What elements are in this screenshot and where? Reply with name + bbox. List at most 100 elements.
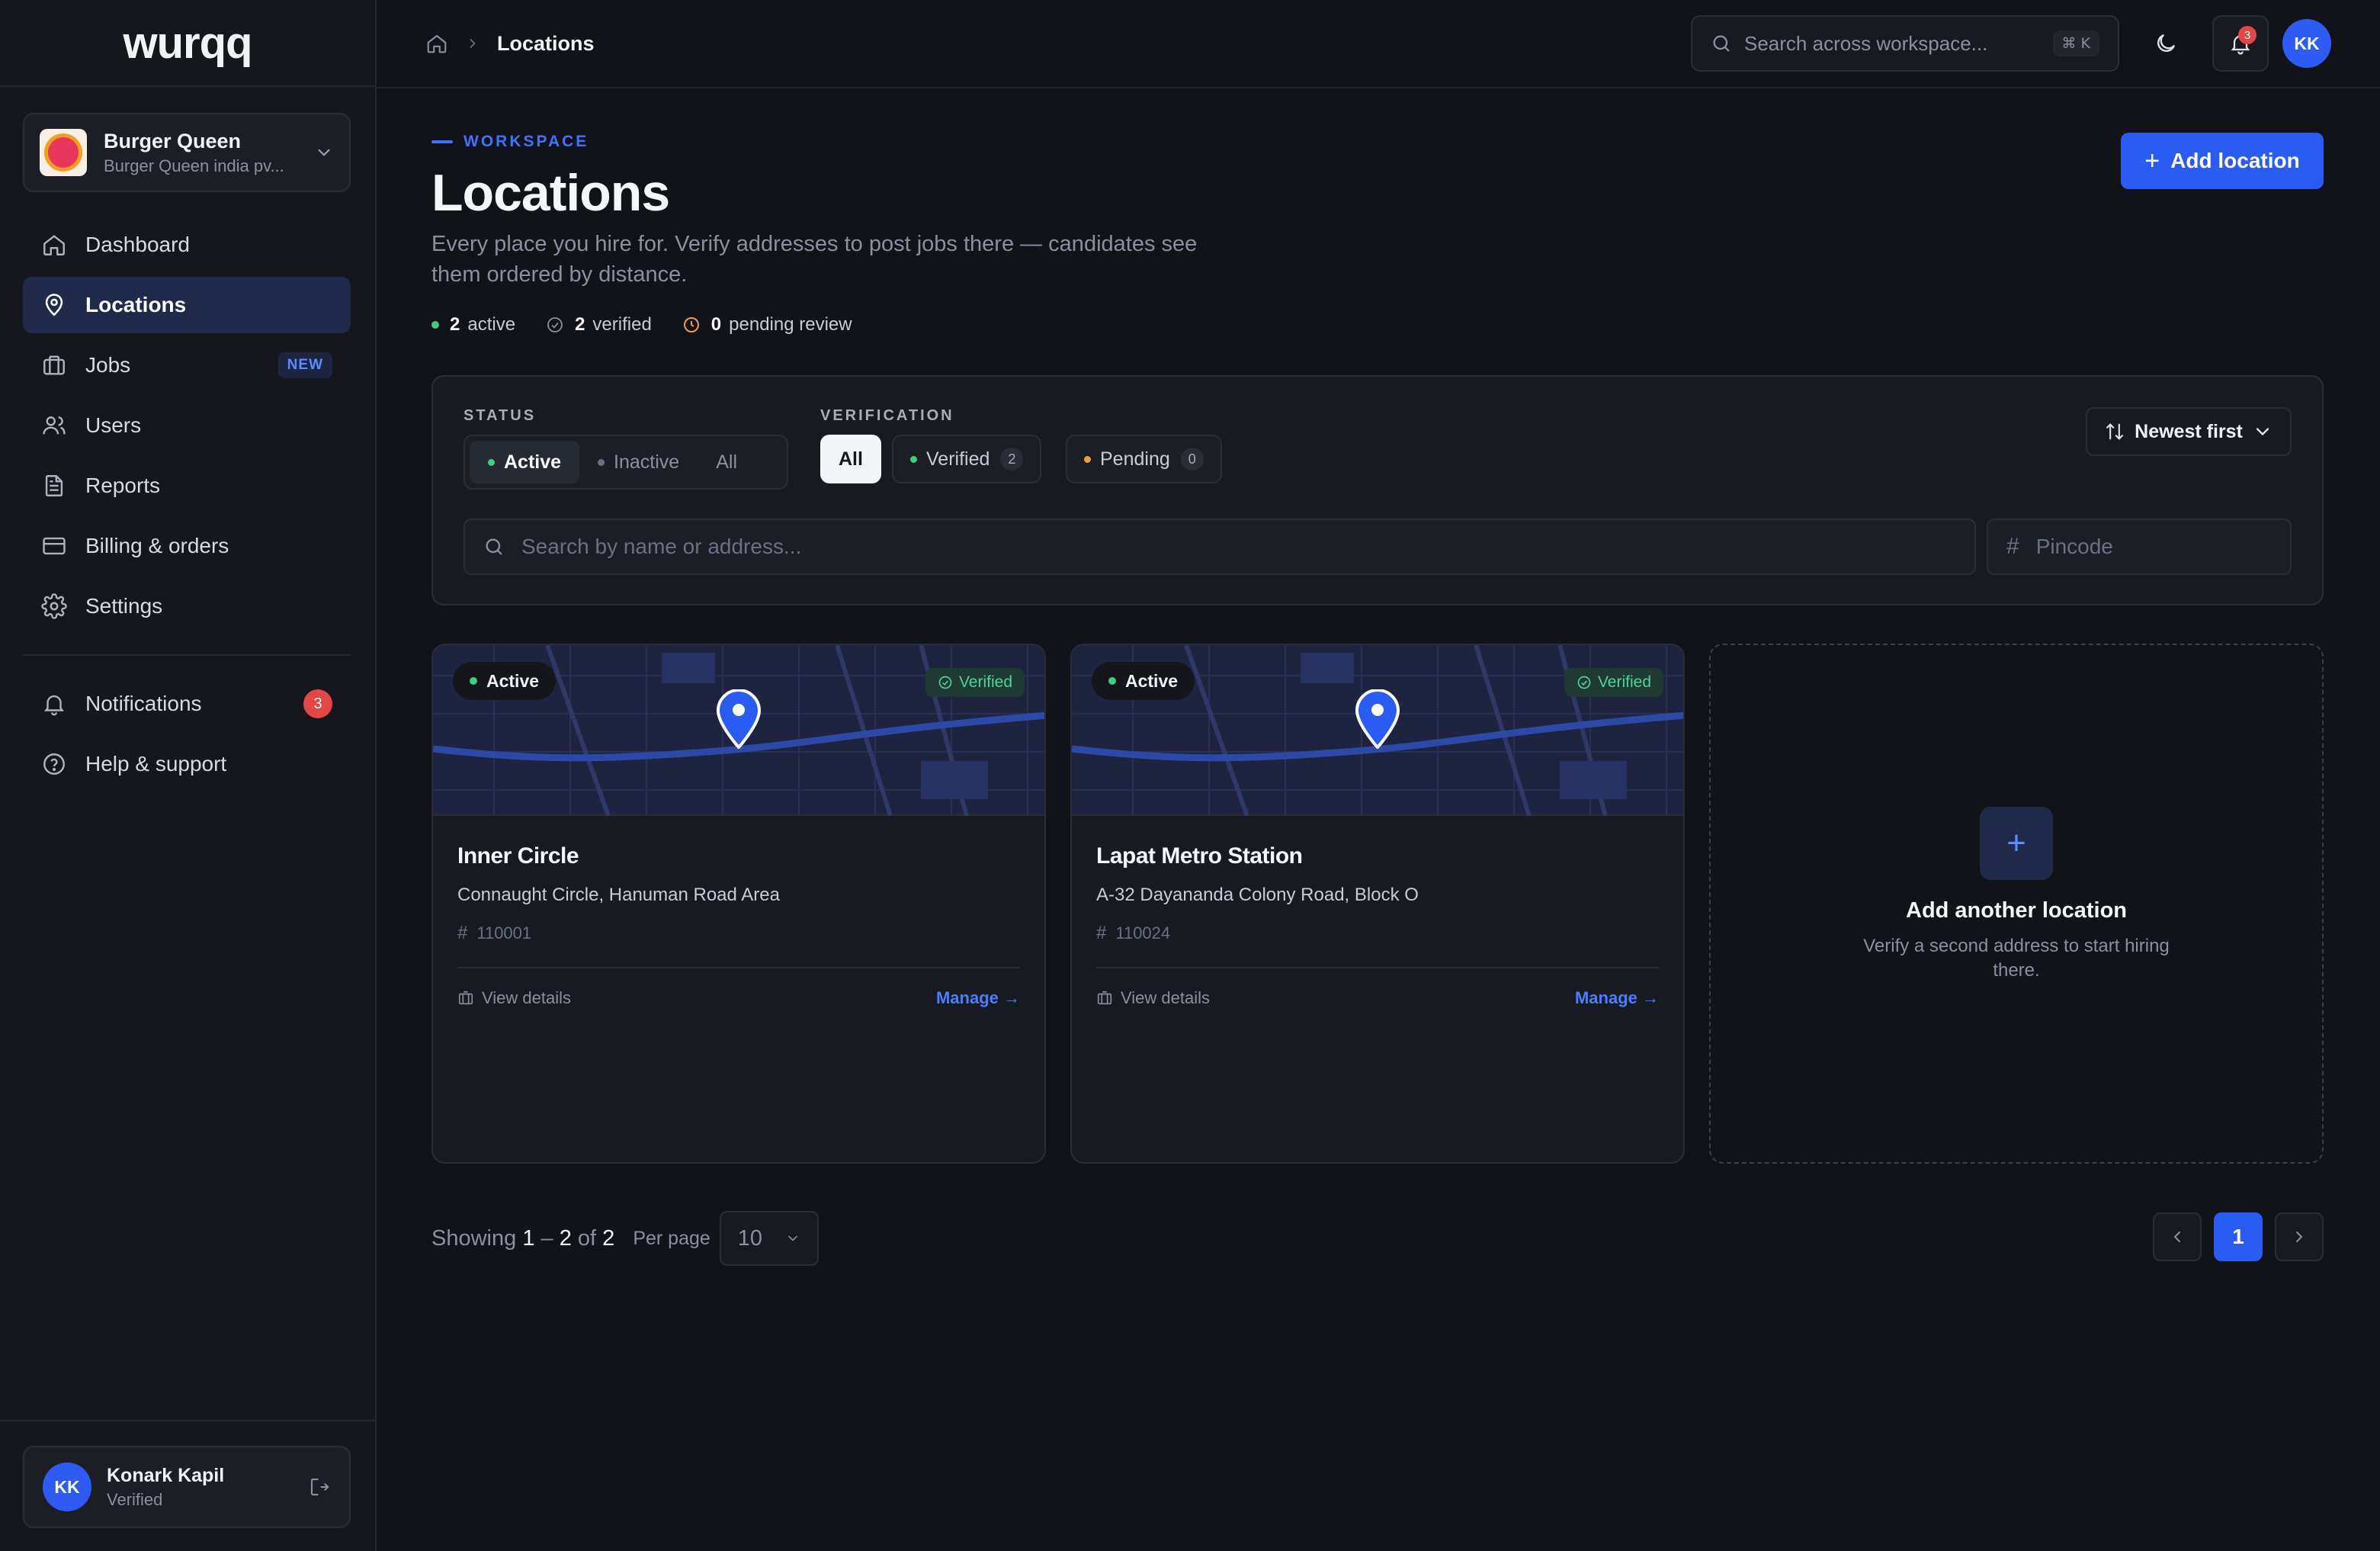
map-preview: Active Verified: [433, 645, 1044, 816]
page-button[interactable]: 1: [2214, 1212, 2263, 1261]
org-switcher[interactable]: Burger Queen Burger Queen india pv...: [23, 113, 351, 192]
breadcrumb: Locations: [425, 32, 595, 56]
section-eyebrow: WORKSPACE: [431, 133, 589, 151]
location-stats: 2 active 2 verified 0 pending review: [431, 314, 883, 336]
verification-option-all[interactable]: All: [820, 435, 881, 483]
sidebar-item-dashboard[interactable]: Dashboard: [23, 217, 351, 273]
check-circle-icon: [547, 317, 563, 332]
verified-badge: Verified: [1564, 668, 1663, 697]
view-details-link[interactable]: View details: [457, 988, 571, 1008]
sidebar-item-users[interactable]: Users: [23, 397, 351, 454]
building-icon: [458, 991, 473, 1005]
sidebar-item-settings[interactable]: Settings: [23, 578, 351, 634]
map-pin-icon: [716, 689, 762, 749]
location-search-input[interactable]: Search by name or address...: [463, 519, 1976, 575]
org-subtitle: Burger Queen india pv...: [104, 156, 284, 175]
help-circle-icon: [43, 753, 65, 775]
plus-icon: +: [2144, 146, 2160, 175]
logo-area: wurqq: [0, 0, 375, 87]
plus-icon: +: [1980, 806, 2053, 880]
credit-card-icon: [43, 537, 66, 555]
verification-option-verified[interactable]: Verified 2: [892, 435, 1042, 483]
notification-count-badge: 3: [303, 689, 332, 718]
status-filter: Active Inactive All: [463, 435, 788, 490]
new-badge: NEW: [277, 352, 332, 378]
sidebar-nav: Dashboard Locations Jobs NEW Users Repor…: [23, 217, 351, 796]
stat-active: 2 active: [431, 314, 515, 336]
view-details-link[interactable]: View details: [1096, 988, 1210, 1008]
sidebar-item-label: Jobs: [85, 353, 131, 377]
chevron-left-icon: [2173, 1231, 2180, 1242]
sidebar-item-help[interactable]: Help & support: [23, 736, 351, 792]
bell-icon: [43, 695, 65, 716]
app-logo[interactable]: wurqq: [123, 18, 253, 69]
pagination-summary: Showing 1 – 2 of 2 Per page 10: [431, 1211, 819, 1266]
briefcase-icon: [43, 355, 65, 375]
sidebar-item-label: Notifications: [85, 692, 202, 715]
status-option-active[interactable]: Active: [470, 441, 580, 483]
user-card[interactable]: KK Konark Kapil Verified: [23, 1446, 351, 1528]
per-page-select[interactable]: 10: [719, 1211, 819, 1266]
avatar[interactable]: KK: [2282, 19, 2331, 68]
logout-icon[interactable]: [308, 1476, 331, 1498]
sidebar-item-locations[interactable]: Locations: [23, 277, 351, 333]
location-name: Inner Circle: [457, 843, 579, 869]
home-icon[interactable]: [425, 32, 448, 55]
status-option-all[interactable]: All: [698, 441, 755, 483]
search-placeholder: Search across workspace...: [1744, 31, 1988, 55]
map-preview: Active Verified: [1072, 645, 1683, 816]
users-icon: [43, 416, 66, 435]
location-address: A-32 Dayananda Colony Road, Block O: [1096, 885, 1419, 905]
home-icon: [43, 235, 65, 255]
sidebar-item-billing[interactable]: Billing & orders: [23, 518, 351, 574]
user-name: Konark Kapil: [107, 1464, 225, 1486]
page-description: Every place you hire for. Verify address…: [431, 232, 1198, 287]
add-location-button[interactable]: + Add location: [2121, 133, 2324, 189]
manage-link[interactable]: Manage →: [936, 988, 1020, 1008]
location-card[interactable]: Active Verified Inner Circle Connaught C…: [431, 644, 1046, 1164]
status-option-inactive[interactable]: Inactive: [579, 441, 698, 483]
sort-arrows-icon: [2106, 423, 2124, 440]
stat-pending: 0 pending review: [682, 314, 852, 336]
sidebar-item-reports[interactable]: Reports: [23, 458, 351, 514]
avatar: KK: [43, 1463, 91, 1511]
sidebar-item-label: Billing & orders: [85, 534, 229, 557]
previous-page-button[interactable]: [2153, 1212, 2202, 1261]
org-logo: [40, 129, 87, 176]
building-icon: [1097, 991, 1112, 1005]
clock-icon: [683, 317, 699, 332]
add-card-title: Add another location: [1906, 898, 2127, 923]
next-page-button[interactable]: [2275, 1212, 2324, 1261]
pincode-input[interactable]: # Pincode: [1987, 519, 2292, 575]
sidebar-item-notifications[interactable]: Notifications 3: [23, 676, 351, 732]
notifications-button[interactable]: 3: [2212, 15, 2269, 72]
chevron-down-icon: [787, 1235, 797, 1241]
check-circle-icon: [1577, 676, 1591, 689]
theme-toggle-button[interactable]: [2138, 15, 2194, 72]
verification-option-pending[interactable]: Pending 0: [1066, 435, 1222, 483]
per-page-label: Per page: [633, 1227, 710, 1249]
sort-dropdown[interactable]: Newest first: [2086, 407, 2292, 456]
org-name: Burger Queen: [104, 129, 242, 153]
add-card-subtitle: Verify a second address to start hiring …: [1863, 935, 2170, 981]
gear-icon: [41, 593, 67, 619]
sidebar-item-jobs[interactable]: Jobs NEW: [23, 337, 351, 393]
verification-filter-label: VERIFICATION: [820, 407, 954, 424]
location-pincode: #110001: [457, 923, 532, 943]
topbar: Locations Search across workspace... ⌘ K…: [377, 0, 2380, 88]
page-title: Locations: [431, 164, 670, 222]
location-card[interactable]: Active Verified Lapat Metro Station A-32…: [1070, 644, 1685, 1164]
user-status: Verified: [107, 1489, 163, 1509]
add-another-location-card[interactable]: + Add another location Verify a second a…: [1709, 644, 2324, 1164]
location-name: Lapat Metro Station: [1096, 843, 1303, 869]
manage-link[interactable]: Manage →: [1575, 988, 1659, 1008]
sidebar-item-label: Settings: [85, 594, 163, 618]
sidebar-item-label: Help & support: [85, 752, 227, 776]
map-pin-icon: [1355, 689, 1400, 749]
sidebar-item-label: Reports: [85, 474, 161, 497]
location-pincode: #110024: [1096, 923, 1171, 943]
global-search-input[interactable]: Search across workspace... ⌘ K: [1691, 15, 2119, 72]
status-badge: Active: [1092, 662, 1195, 700]
sidebar: wurqq Burger Queen Burger Queen india pv…: [0, 0, 377, 1551]
sidebar-item-label: Locations: [85, 293, 187, 316]
